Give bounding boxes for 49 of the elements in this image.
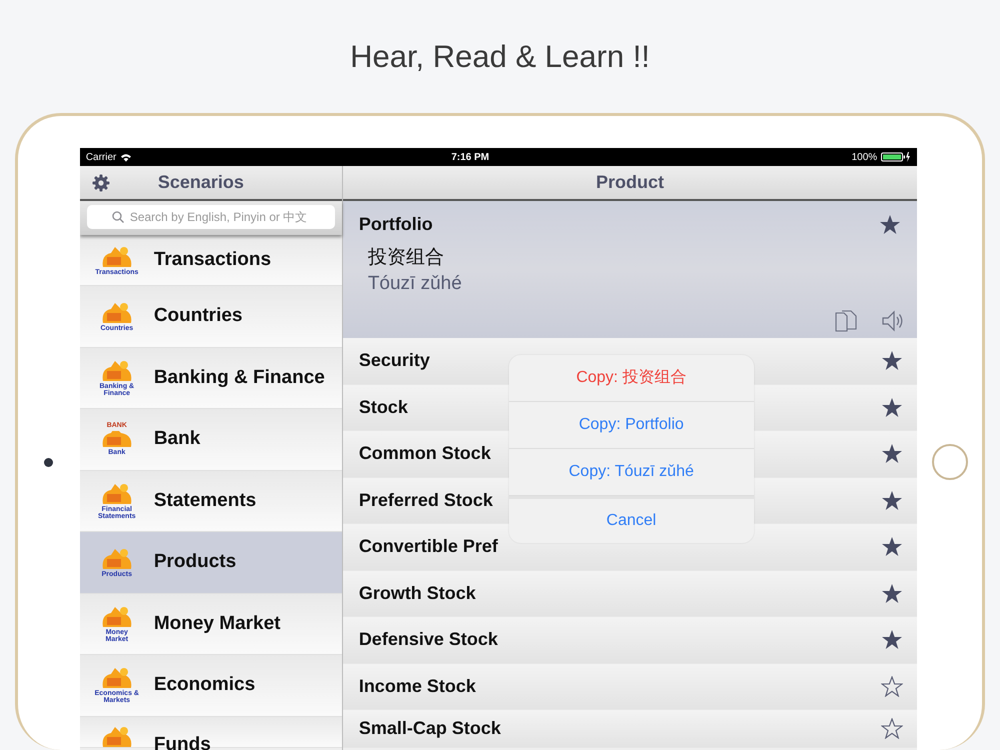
star-icon[interactable]	[881, 582, 904, 604]
term-label: Preferred Stock	[358, 488, 493, 512]
camera-dot	[44, 458, 54, 466]
category-label: Bank	[154, 427, 200, 451]
term-label: Common Stock	[358, 442, 491, 466]
search-icon	[112, 211, 124, 223]
entry-pinyin: Tóuzī zǔhé	[368, 272, 463, 296]
term-row[interactable]: Small-Cap Stock	[342, 710, 918, 748]
battery-percent: 100%	[852, 150, 878, 164]
term-row[interactable]: Income Stock	[342, 664, 918, 710]
term-label: Security	[358, 349, 430, 372]
category-label: Economics	[154, 673, 256, 697]
star-icon[interactable]	[881, 490, 904, 511]
term-label: Convertible Pref	[358, 535, 498, 558]
category-label: Transactions	[154, 248, 272, 272]
search-field[interactable]: Search by English, Pinyin or 中文	[86, 205, 335, 229]
category-label: Money Market	[154, 612, 281, 636]
term-label: Stock	[358, 396, 408, 419]
category-label: Statements	[154, 488, 256, 512]
star-icon[interactable]	[881, 443, 904, 464]
term-label: Defensive Stock	[358, 628, 498, 652]
wifi-icon	[120, 152, 132, 162]
term-label: Small-Cap Stock	[358, 717, 501, 740]
speaker-icon[interactable]	[881, 310, 906, 332]
star-icon[interactable]	[881, 718, 904, 739]
nav-title: Scenarios	[158, 171, 244, 194]
entry-chinese: 投资组合	[368, 246, 445, 270]
star-icon[interactable]	[881, 396, 904, 418]
term-label: Growth Stock	[358, 582, 476, 605]
star-icon[interactable]	[879, 214, 902, 235]
battery-icon	[881, 152, 912, 162]
term-row[interactable]: Growth Stock	[342, 570, 918, 617]
status-time: 7:16 PM	[451, 150, 490, 164]
category-label: Banking & Finance	[154, 366, 325, 390]
carrier-label: Carrier	[86, 150, 116, 164]
headline: Hear, Read & Learn !!	[349, 38, 651, 76]
term-row[interactable]: Defensive Stock	[342, 617, 918, 664]
nav-title: Product	[596, 171, 664, 194]
entry-english: Portfolio	[358, 213, 433, 236]
star-icon[interactable]	[881, 629, 904, 650]
star-icon[interactable]	[881, 676, 904, 697]
category-label: Countries	[154, 304, 242, 328]
category-label: Funds	[154, 732, 211, 750]
star-icon[interactable]	[881, 350, 904, 372]
category-label: Products	[154, 550, 236, 574]
category-row[interactable]: Funds	[80, 716, 342, 748]
copy-icon[interactable]	[835, 310, 858, 332]
term-label: Income Stock	[358, 674, 476, 698]
star-icon[interactable]	[881, 536, 904, 558]
